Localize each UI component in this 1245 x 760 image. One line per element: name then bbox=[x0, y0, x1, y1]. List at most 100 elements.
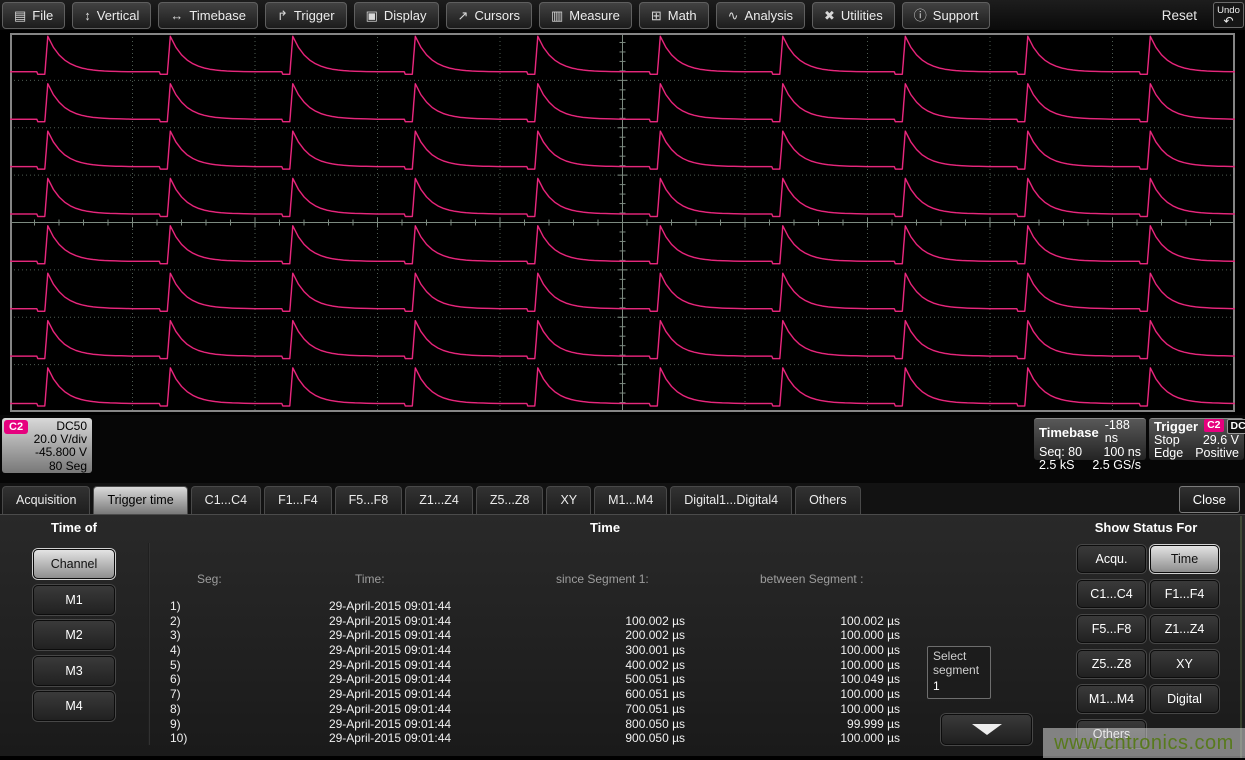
close-button[interactable]: Close bbox=[1179, 486, 1240, 513]
timebase-tdiv: 100 ns bbox=[1103, 446, 1141, 459]
seg-cell: 8) bbox=[160, 702, 210, 717]
select-segment-label-2: segment bbox=[933, 664, 985, 678]
segment-row: 7)29-April-2015 09:01:44600.051 µs100.00… bbox=[160, 687, 900, 702]
tab-digital1-digital4[interactable]: Digital1...Digital4 bbox=[670, 486, 792, 514]
time-of-channel-button[interactable]: Channel bbox=[33, 549, 115, 579]
trigger-icon: ↱ bbox=[277, 9, 288, 22]
tab-m1-m4[interactable]: M1...M4 bbox=[594, 486, 667, 514]
time-column-header: Time: bbox=[355, 572, 385, 586]
timebase-samples: 2.5 kS bbox=[1039, 459, 1074, 472]
menu-support-button[interactable]: ⓘSupport bbox=[902, 2, 991, 29]
between-cell: 100.000 µs bbox=[685, 643, 900, 658]
time-of-m3-button[interactable]: M3 bbox=[33, 656, 115, 686]
menu-label: Support bbox=[933, 8, 979, 23]
show-status-z1-z4-button[interactable]: Z1...Z4 bbox=[1150, 615, 1219, 643]
waveform-area bbox=[0, 30, 1245, 415]
time-of-m4-button[interactable]: M4 bbox=[33, 691, 115, 721]
menu-math-button[interactable]: ⊞Math bbox=[639, 2, 709, 29]
time-cell: 29-April-2015 09:01:44 bbox=[210, 717, 570, 732]
trigger-source-badge: C2 bbox=[1204, 419, 1223, 432]
between-cell: 100.000 µs bbox=[685, 702, 900, 717]
c2-offset: -45.800 V bbox=[7, 446, 87, 459]
since-column-header: since Segment 1: bbox=[556, 572, 649, 586]
segment-row: 10)29-April-2015 09:01:44900.050 µs100.0… bbox=[160, 731, 900, 746]
seg-cell: 10) bbox=[160, 731, 210, 746]
show-status-xy-button[interactable]: XY bbox=[1150, 650, 1219, 678]
status-tab-bar: AcquisitionTrigger timeC1...C4F1...F4F5.… bbox=[0, 483, 1245, 514]
utilities-icon: ✖ bbox=[824, 9, 835, 22]
menu-label: Measure bbox=[569, 8, 620, 23]
time-table-title: Time bbox=[500, 520, 710, 535]
trigger-descriptor[interactable]: Trigger C2 DC Stop 29.6 V Edge Positive bbox=[1149, 418, 1244, 460]
vertical-icon: ↕ bbox=[84, 9, 91, 22]
segment-row: 1)29-April-2015 09:01:44 bbox=[160, 599, 900, 614]
segment-row: 3)29-April-2015 09:01:44200.002 µs100.00… bbox=[160, 628, 900, 643]
show-status-acqu--button[interactable]: Acqu. bbox=[1077, 545, 1146, 573]
segment-row: 5)29-April-2015 09:01:44400.002 µs100.00… bbox=[160, 658, 900, 673]
menu-label: Math bbox=[668, 8, 697, 23]
undo-button[interactable]: Undo ↶ bbox=[1213, 2, 1244, 28]
select-segment-value: 1 bbox=[933, 680, 985, 694]
menu-measure-button[interactable]: ▥Measure bbox=[539, 2, 632, 29]
tab-f1-f4[interactable]: F1...F4 bbox=[264, 486, 332, 514]
show-status-digital-button[interactable]: Digital bbox=[1150, 685, 1219, 713]
timebase-delay: -188 ns bbox=[1105, 419, 1141, 446]
menu-label: File bbox=[32, 8, 53, 23]
timebase-descriptor[interactable]: Timebase -188 ns Seq: 80 100 ns 2.5 kS 2… bbox=[1034, 418, 1146, 460]
menu-vertical-button[interactable]: ↕Vertical bbox=[72, 2, 151, 29]
time-cell: 29-April-2015 09:01:44 bbox=[210, 658, 570, 673]
time-of-m1-button[interactable]: M1 bbox=[33, 585, 115, 615]
since-cell: 500.051 µs bbox=[570, 672, 685, 687]
seg-cell: 3) bbox=[160, 628, 210, 643]
show-status-title: Show Status For bbox=[1060, 520, 1232, 535]
between-cell: 100.049 µs bbox=[685, 672, 900, 687]
since-cell: 100.002 µs bbox=[570, 614, 685, 629]
c2-channel-badge: C2 bbox=[4, 420, 28, 434]
menu-cursors-button[interactable]: ↗Cursors bbox=[446, 2, 532, 29]
menu-analysis-button[interactable]: ∿Analysis bbox=[716, 2, 805, 29]
segment-down-button[interactable] bbox=[941, 714, 1032, 745]
show-status-z5-z8-button[interactable]: Z5...Z8 bbox=[1077, 650, 1146, 678]
tab-others[interactable]: Others bbox=[795, 486, 861, 514]
trigger-slope: Positive bbox=[1195, 447, 1239, 460]
tab-z5-z8[interactable]: Z5...Z8 bbox=[476, 486, 544, 514]
tab-f5-f8[interactable]: F5...F8 bbox=[335, 486, 403, 514]
show-status-f5-f8-button[interactable]: F5...F8 bbox=[1077, 615, 1146, 643]
show-status-f1-f4-button[interactable]: F1...F4 bbox=[1150, 580, 1219, 608]
between-cell: 100.000 µs bbox=[685, 731, 900, 746]
menu-file-button[interactable]: ▤File bbox=[2, 2, 65, 29]
time-cell: 29-April-2015 09:01:44 bbox=[210, 687, 570, 702]
show-status-c1-c4-button[interactable]: C1...C4 bbox=[1077, 580, 1146, 608]
tab-acquisition[interactable]: Acquisition bbox=[2, 486, 90, 514]
menu-trigger-button[interactable]: ↱Trigger bbox=[265, 2, 347, 29]
time-cell: 29-April-2015 09:01:44 bbox=[210, 702, 570, 717]
select-segment-field[interactable]: Select segment 1 bbox=[927, 646, 991, 699]
seg-cell: 5) bbox=[160, 658, 210, 673]
tab-c1-c4[interactable]: C1...C4 bbox=[191, 486, 261, 514]
seg-cell: 1) bbox=[160, 599, 210, 614]
panel-edge-highlight bbox=[1240, 516, 1242, 758]
menu-utilities-button[interactable]: ✖ Utilities bbox=[812, 2, 895, 29]
timebase-icon: ↔ bbox=[170, 9, 183, 22]
channel-c2-descriptor[interactable]: C2 DC50 20.0 V/div -45.800 V 80 Seg bbox=[2, 418, 92, 473]
panel-divider bbox=[148, 543, 150, 745]
tab-z1-z4[interactable]: Z1...Z4 bbox=[405, 486, 473, 514]
seg-cell: 4) bbox=[160, 643, 210, 658]
time-of-m2-button[interactable]: M2 bbox=[33, 620, 115, 650]
menu-timebase-button[interactable]: ↔Timebase bbox=[158, 2, 258, 29]
undo-icon: ↶ bbox=[1214, 16, 1243, 26]
timebase-rate: 2.5 GS/s bbox=[1092, 459, 1141, 472]
menu-label: Utilities bbox=[841, 8, 883, 23]
status-row: C2 DC50 20.0 V/div -45.800 V 80 Seg Time… bbox=[0, 415, 1245, 483]
trigger-mode: Stop bbox=[1154, 434, 1180, 447]
show-status-time-button[interactable]: Time bbox=[1150, 545, 1219, 573]
show-status-m1-m4-button[interactable]: M1...M4 bbox=[1077, 685, 1146, 713]
since-cell: 400.002 µs bbox=[570, 658, 685, 673]
segment-table: 1)29-April-2015 09:01:442)29-April-2015 … bbox=[160, 599, 900, 746]
tab-trigger-time[interactable]: Trigger time bbox=[93, 486, 187, 514]
trigger-time-panel: Time of ChannelM1M2M3M4 Time Seg: Time: … bbox=[0, 514, 1245, 756]
reset-button[interactable]: Reset bbox=[1162, 8, 1197, 23]
menu-display-button[interactable]: ▣Display bbox=[354, 2, 439, 29]
trigger-title: Trigger bbox=[1154, 420, 1198, 433]
tab-xy[interactable]: XY bbox=[546, 486, 591, 514]
